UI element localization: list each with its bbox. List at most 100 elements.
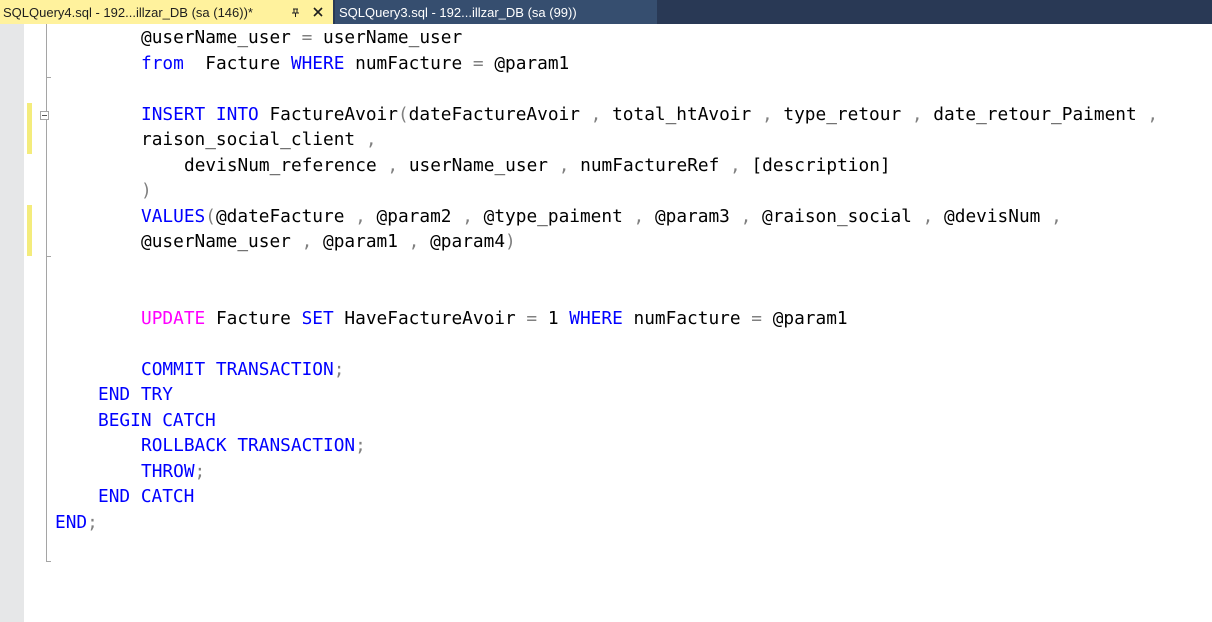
- code-token: ,: [408, 231, 420, 252]
- code-token: HaveFactureAvoir: [333, 307, 527, 329]
- code-token: ,: [633, 205, 645, 227]
- code-token: THROW: [141, 460, 195, 482]
- tab-label: SQLQuery3.sql - 192...illzar_DB (sa (99)…: [339, 4, 577, 20]
- code-token: @param1: [312, 231, 409, 252]
- code-line[interactable]: THROW;: [141, 459, 205, 484]
- code-token: VALUES: [141, 205, 206, 227]
- code-line[interactable]: END TRY: [98, 382, 173, 407]
- tab-sqlquery3[interactable]: SQLQuery3.sql - 192...illzar_DB (sa (99)…: [335, 0, 657, 24]
- code-line[interactable]: END;: [55, 510, 98, 535]
- code-token: @userName_user: [141, 27, 291, 48]
- outline-tick: [46, 561, 51, 562]
- code-token: =: [526, 307, 538, 329]
- code-token: Facture: [183, 52, 291, 74]
- code-token: Facture: [205, 307, 302, 329]
- code-token: @devisNum: [933, 205, 1052, 227]
- code-token: ): [141, 180, 152, 201]
- code-line[interactable]: from Facture WHERE numFacture = @param1: [141, 51, 569, 76]
- code-token: [description]: [740, 154, 891, 176]
- code-token: ,: [730, 154, 741, 176]
- code-line[interactable]: INSERT INTO FactureAvoir(dateFactureAvoi…: [141, 102, 1158, 127]
- code-token: @userName_user: [141, 231, 302, 252]
- code-token: numFacture: [622, 307, 752, 329]
- code-token: =: [751, 307, 762, 329]
- code-token: from: [141, 52, 184, 74]
- code-token: ,: [761, 103, 773, 125]
- code-line[interactable]: @userName_user = userName_user: [141, 25, 462, 50]
- code-token: @param1: [483, 52, 570, 74]
- code-token: ,: [740, 205, 752, 227]
- code-token: @param2: [365, 205, 463, 227]
- code-token: (: [205, 205, 216, 227]
- code-line[interactable]: END CATCH: [98, 484, 194, 509]
- close-icon[interactable]: [309, 3, 327, 21]
- query-editor[interactable]: @userName_user = userName_user from Factu…: [0, 24, 1212, 622]
- code-token: ;: [355, 435, 366, 456]
- code-token: @param1: [761, 307, 848, 329]
- code-token: ,: [462, 205, 473, 227]
- code-token: ,: [590, 103, 602, 125]
- code-token: @param4: [419, 231, 506, 252]
- tab-sqlquery4[interactable]: SQLQuery4.sql - 192...illzar_DB (sa (146…: [0, 0, 333, 24]
- code-token: ROLLBACK TRANSACTION: [141, 435, 356, 456]
- code-token: ,: [922, 205, 934, 227]
- code-token: @dateFacture: [215, 205, 356, 227]
- code-token: WHERE: [290, 52, 345, 74]
- code-line[interactable]: VALUES(@dateFacture , @param2 , @type_pa…: [141, 204, 1062, 229]
- code-line[interactable]: @userName_user , @param1 , @param4): [141, 229, 516, 254]
- code-token: COMMIT TRANSACTION: [141, 358, 334, 380]
- change-marker: [27, 205, 32, 256]
- code-token: 1: [537, 307, 570, 329]
- code-token: raison_social_client: [141, 129, 366, 150]
- code-token: =: [290, 27, 323, 48]
- code-token: END TRY: [98, 384, 173, 405]
- code-token: ,: [387, 154, 399, 176]
- code-token: FactureAvoir: [258, 103, 398, 125]
- code-token: ,: [301, 231, 313, 252]
- document-tab-strip: SQLQuery4.sql - 192...illzar_DB (sa (146…: [0, 0, 1212, 24]
- code-line[interactable]: ROLLBACK TRANSACTION;: [141, 433, 366, 458]
- code-token: ,: [365, 129, 377, 150]
- change-marker: [27, 103, 32, 154]
- code-token: ): [505, 231, 516, 252]
- code-token: UPDATE: [141, 307, 206, 329]
- code-token: numFacture: [344, 52, 473, 74]
- code-token: date_retour_Paiment: [922, 103, 1148, 125]
- code-line[interactable]: devisNum_reference , userName_user , num…: [184, 153, 891, 178]
- tab-label: SQLQuery4.sql - 192...illzar_DB (sa (146…: [3, 4, 253, 20]
- code-line[interactable]: COMMIT TRANSACTION;: [141, 357, 344, 382]
- code-token: SET: [301, 307, 334, 329]
- code-token: END: [55, 511, 88, 533]
- code-token: ;: [87, 511, 98, 533]
- code-token: ,: [1147, 103, 1159, 125]
- code-line[interactable]: BEGIN CATCH: [98, 408, 216, 433]
- code-token: ,: [355, 205, 366, 227]
- code-token: =: [472, 52, 484, 74]
- code-line[interactable]: raison_social_client ,: [141, 127, 377, 152]
- selection-margin: [0, 24, 24, 622]
- code-token: INSERT INTO: [141, 103, 259, 125]
- outline-line: [46, 24, 47, 562]
- pin-icon[interactable]: [288, 3, 304, 21]
- code-token: ,: [558, 154, 570, 176]
- code-line[interactable]: UPDATE Facture SET HaveFactureAvoir = 1 …: [141, 306, 848, 331]
- code-token: ,: [911, 103, 923, 125]
- code-token: END CATCH: [98, 486, 195, 507]
- code-token: ;: [333, 358, 345, 380]
- code-token: ,: [1051, 205, 1062, 227]
- code-token: WHERE: [569, 307, 623, 329]
- code-token: @param3: [644, 205, 741, 227]
- code-token: BEGIN CATCH: [98, 409, 216, 431]
- code-token: @raison_social: [751, 205, 923, 227]
- code-token: dateFactureAvoir: [408, 103, 591, 125]
- code-token: (: [397, 103, 409, 125]
- code-token: @type_paiment: [472, 205, 634, 227]
- code-token: userName_user: [323, 27, 463, 48]
- code-token: userName_user: [398, 154, 559, 176]
- code-line[interactable]: ): [141, 178, 152, 203]
- collapse-toggle[interactable]: [40, 111, 49, 120]
- code-token: numFactureRef: [569, 154, 731, 176]
- code-token: total_htAvoir: [601, 103, 762, 125]
- code-token: ;: [194, 460, 206, 482]
- code-token: devisNum_reference: [184, 154, 388, 176]
